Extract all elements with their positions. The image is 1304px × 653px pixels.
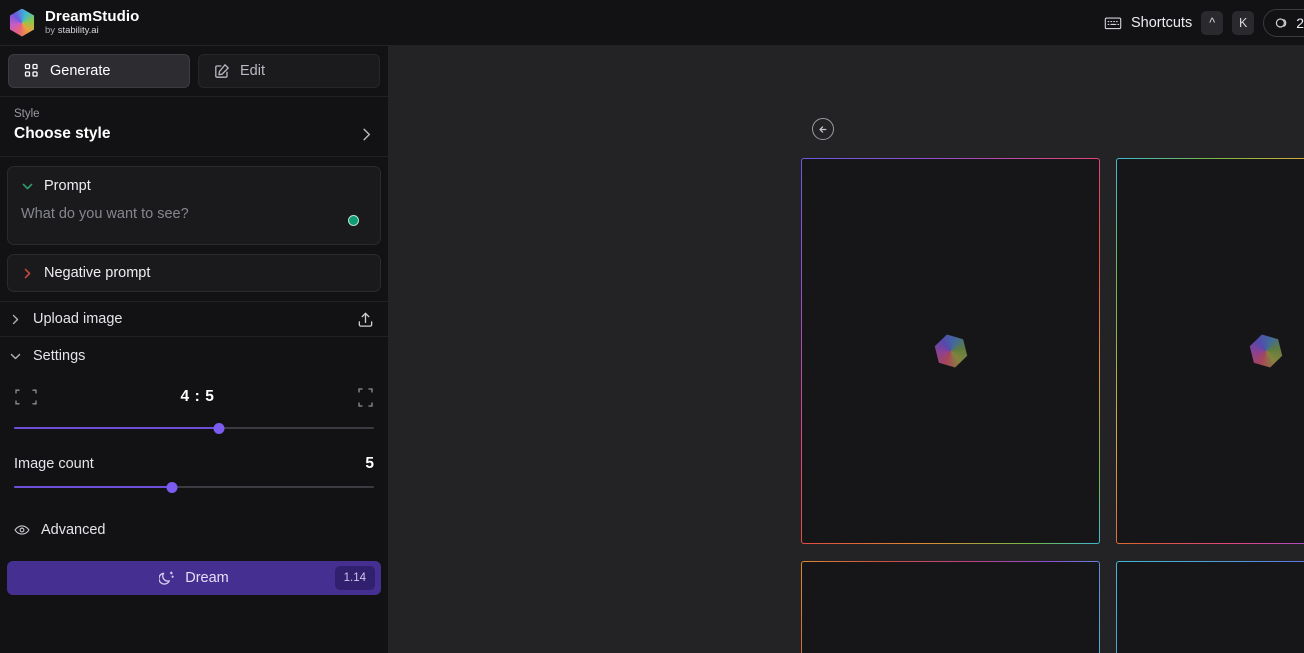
- hexagon-logo-icon: [8, 8, 36, 37]
- slider-thumb[interactable]: [166, 482, 178, 493]
- upload-image-label: Upload image: [33, 311, 123, 327]
- sidebar: Generate Edit Style Choose style Prompt …: [0, 46, 389, 653]
- landscape-frame-icon[interactable]: [14, 387, 38, 407]
- brand-company-text: stability.ai: [57, 25, 99, 37]
- image-count-slider[interactable]: [14, 479, 374, 495]
- chevron-right-icon: [363, 128, 371, 140]
- tab-generate[interactable]: Generate: [8, 54, 190, 88]
- moon-stars-icon: [159, 571, 174, 585]
- aspect-ratio-row: 4 : 5: [14, 380, 374, 414]
- advanced-section[interactable]: Advanced: [0, 513, 388, 547]
- mode-tabs: Generate Edit: [0, 46, 388, 96]
- shortcuts-button[interactable]: Shortcuts: [1104, 15, 1192, 31]
- canvas-area: [389, 46, 1304, 653]
- image-count-value: 5: [365, 455, 374, 472]
- generation-grid: [801, 158, 1304, 653]
- brand-subtitle: by stability.ai: [45, 26, 139, 36]
- tab-generate-label: Generate: [50, 63, 111, 79]
- settings-section[interactable]: Settings: [0, 338, 388, 374]
- coin-icon: [1276, 17, 1287, 28]
- chevron-right-icon[interactable]: [21, 267, 34, 280]
- credits-pill[interactable]: 2: [1263, 8, 1304, 37]
- aspect-ratio-slider[interactable]: [14, 420, 374, 436]
- top-bar-right: Shortcuts ^ K 2: [1104, 8, 1304, 37]
- style-selector[interactable]: Style Choose style: [0, 97, 388, 157]
- chevron-right-icon: [12, 314, 19, 324]
- negative-prompt-panel[interactable]: Negative prompt: [7, 254, 381, 292]
- hexagon-spinner-icon: [930, 330, 971, 371]
- style-label: Style: [14, 108, 40, 120]
- chevron-down-icon[interactable]: [21, 180, 34, 193]
- negative-prompt-title: Negative prompt: [44, 265, 151, 281]
- style-value: Choose style: [14, 125, 111, 142]
- generation-card-body: [1117, 562, 1304, 653]
- chevron-down-icon: [10, 353, 21, 359]
- prompt-status-dot: [348, 215, 359, 226]
- brand-by-text: by: [45, 25, 56, 37]
- arrow-left-circle-icon: [818, 125, 826, 133]
- slider-thumb[interactable]: [213, 423, 225, 434]
- slider-fill: [14, 427, 220, 429]
- generation-card[interactable]: [1116, 561, 1304, 653]
- settings-label: Settings: [33, 348, 86, 364]
- generation-card[interactable]: [801, 561, 1100, 653]
- shortcuts-label: Shortcuts: [1130, 14, 1193, 31]
- top-bar: DreamStudio by stability.ai Shortcuts ^ …: [0, 0, 1304, 46]
- dream-button[interactable]: Dream 1.14: [7, 561, 381, 595]
- prompt-input[interactable]: What do you want to see?: [21, 206, 367, 222]
- eye-icon: [14, 525, 30, 535]
- generation-card[interactable]: [801, 158, 1100, 544]
- settings-body: 4 : 5 Image count 5: [0, 374, 388, 495]
- hexagon-spinner-icon: [1245, 330, 1286, 371]
- keycap-letter[interactable]: K: [1232, 10, 1255, 35]
- credits-value: 2: [1296, 14, 1304, 31]
- tab-edit-label: Edit: [240, 63, 265, 79]
- image-count-row: Image count 5: [14, 455, 374, 473]
- keycap-modifier[interactable]: ^: [1201, 10, 1224, 35]
- app-body: Generate Edit Style Choose style Prompt …: [0, 46, 1304, 653]
- portrait-frame-icon[interactable]: [357, 386, 374, 409]
- generation-card[interactable]: [1116, 158, 1304, 544]
- dream-label: Dream: [185, 570, 229, 586]
- brand[interactable]: DreamStudio by stability.ai: [8, 7, 140, 37]
- pencil-square-icon: [215, 63, 230, 78]
- dream-button-wrap: Dream 1.14: [0, 547, 388, 605]
- generation-card-body: [802, 159, 1099, 543]
- dreamstudio-app: DreamStudio by stability.ai Shortcuts ^ …: [0, 0, 1304, 653]
- app-title: DreamStudio: [45, 7, 140, 25]
- dream-cost-badge: 1.14: [334, 566, 375, 590]
- prompt-panel[interactable]: Prompt What do you want to see?: [7, 166, 381, 245]
- tab-edit[interactable]: Edit: [198, 54, 380, 88]
- generation-card-body: [1117, 159, 1304, 543]
- slider-fill: [14, 486, 173, 488]
- grid-squares-icon: [24, 63, 38, 77]
- advanced-label: Advanced: [41, 522, 106, 538]
- generation-card-body: [802, 562, 1099, 653]
- keyboard-icon: [1104, 17, 1122, 29]
- back-button[interactable]: [812, 118, 834, 140]
- aspect-ratio-value: 4 : 5: [180, 388, 215, 405]
- prompt-title: Prompt: [44, 178, 91, 194]
- prompt-panels: Prompt What do you want to see? Negative…: [0, 157, 388, 292]
- upload-image-section[interactable]: Upload image: [0, 301, 388, 337]
- upload-icon[interactable]: [357, 311, 374, 328]
- image-count-label: Image count: [14, 456, 94, 472]
